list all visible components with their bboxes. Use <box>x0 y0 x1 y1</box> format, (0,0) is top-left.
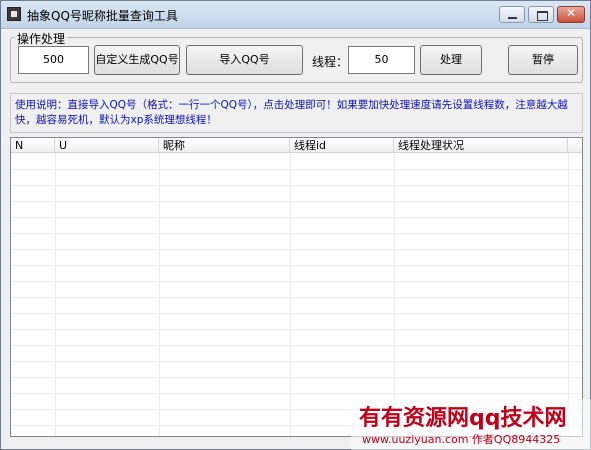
row-gridline <box>11 393 582 394</box>
import-qq-button[interactable]: 导入QQ号 <box>186 45 303 75</box>
row-gridline <box>11 361 582 362</box>
grid-line <box>394 153 395 436</box>
row-gridline <box>11 329 582 330</box>
watermark-url: www.uuziyuan.com 作者QQ8944325 <box>362 433 561 446</box>
row-gridline <box>11 281 582 282</box>
row-gridline <box>11 217 582 218</box>
instructions-text: 使用说明：直接导入QQ号（格式：一行一个QQ号），点击处理即可！如果要加快处理速… <box>10 93 583 133</box>
row-gridline <box>11 297 582 298</box>
grid-line <box>55 153 56 436</box>
grid-line <box>568 153 569 436</box>
operations-group-label: 操作处理 <box>15 30 68 47</box>
threads-input[interactable]: 50 <box>348 46 415 74</box>
column-header-thread-id[interactable]: 线程id <box>290 138 394 153</box>
row-gridline <box>11 233 582 234</box>
list-header: N U 昵称 线程id 线程处理状况 <box>11 138 582 153</box>
row-gridline <box>11 377 582 378</box>
results-list[interactable]: N U 昵称 线程id 线程处理状况 <box>10 137 583 437</box>
row-gridline <box>11 201 582 202</box>
row-gridline <box>11 185 582 186</box>
row-gridline <box>11 313 582 314</box>
app-icon <box>7 7 21 21</box>
watermark-title: 有有资源网qq技术网 <box>359 406 567 431</box>
grid-line <box>159 153 160 436</box>
window-controls: ✕ <box>499 6 585 23</box>
pause-button[interactable]: 暂停 <box>508 45 578 75</box>
row-gridline <box>11 345 582 346</box>
threads-label: 线程： <box>312 55 349 69</box>
maximize-button[interactable] <box>528 6 554 23</box>
close-icon: ✕ <box>565 6 577 20</box>
minimize-button[interactable] <box>499 6 525 23</box>
row-gridline <box>11 265 582 266</box>
main-window: 抽象QQ号昵称批量查询工具 ✕ 操作处理 500 自定义生成QQ号 导入QQ号 … <box>0 0 591 450</box>
row-gridline <box>11 169 582 170</box>
column-header-nickname[interactable]: 昵称 <box>159 138 290 153</box>
row-gridline <box>11 249 582 250</box>
process-button[interactable]: 处理 <box>420 45 482 75</box>
generate-qq-button[interactable]: 自定义生成QQ号 <box>94 45 180 75</box>
title-bar[interactable]: 抽象QQ号昵称批量查询工具 ✕ <box>1 1 590 29</box>
column-header-n[interactable]: N <box>11 138 55 153</box>
count-input[interactable]: 500 <box>18 46 89 74</box>
grid-line <box>290 153 291 436</box>
close-button[interactable]: ✕ <box>557 6 585 23</box>
column-header-thread-status[interactable]: 线程处理状况 <box>394 138 568 153</box>
column-header-u[interactable]: U <box>55 138 159 153</box>
window-title: 抽象QQ号昵称批量查询工具 <box>27 9 178 23</box>
